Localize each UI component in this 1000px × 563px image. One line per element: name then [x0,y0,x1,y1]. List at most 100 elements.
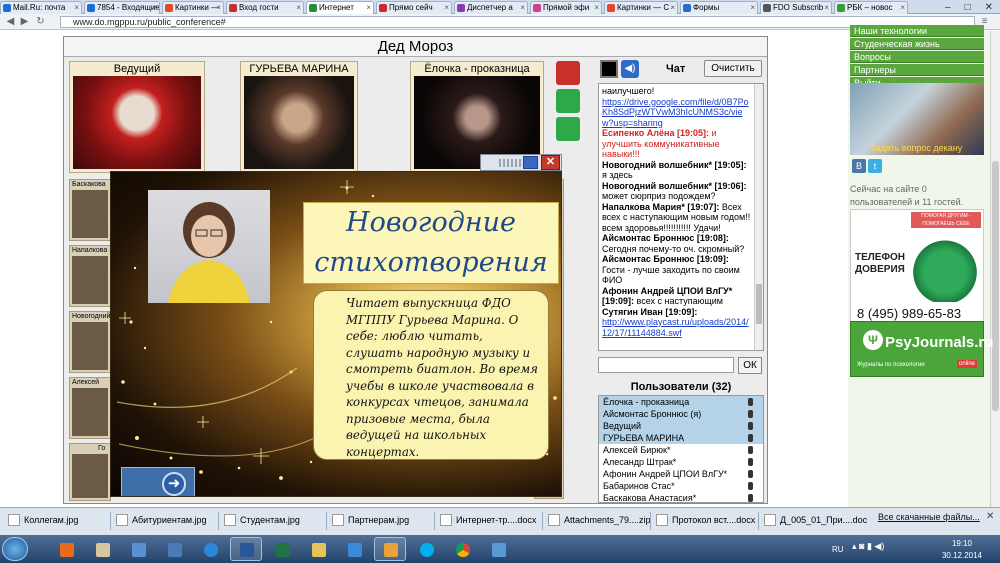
taskbar-windows-icon[interactable] [374,537,406,561]
participant-thumb[interactable]: Алексей [69,377,111,439]
message-link[interactable]: https://drive.google.com/file/d/0B7PoKh8… [602,97,749,128]
participant-thumb[interactable]: Го [69,443,111,501]
taskbar-image-viewer-icon[interactable] [482,537,514,561]
clear-chat-button[interactable]: Очистить [704,60,762,77]
back-icon[interactable]: ◀ [4,15,17,28]
settings-tools-icon[interactable] [556,117,580,141]
site-menu-item[interactable]: Партнеры [850,64,984,76]
user-list-item[interactable]: Бабаринов Стас* [599,480,763,492]
taskbar-excel-icon[interactable] [266,537,298,561]
user-list-item[interactable]: Алесандр Штрак* [599,456,763,468]
mic-mute-icon[interactable] [556,61,580,85]
color-picker[interactable] [600,60,618,78]
taskbar-skype-icon[interactable] [410,537,442,561]
user-list-item[interactable]: Баскакова Анастасия* [599,492,763,502]
browser-tab[interactable]: Формы × [680,1,758,14]
send-button[interactable]: ОК [738,357,762,374]
close-icon[interactable]: ✕ [541,155,560,170]
taskbar-network-icon[interactable] [338,537,370,561]
browser-tab[interactable]: FDO Subscrib × [760,1,832,14]
message-link[interactable]: http://www.playcast.ru/uploads/2014/12/1… [602,317,749,338]
tab-close-icon[interactable]: × [152,2,157,14]
reload-icon[interactable]: ↻ [34,15,47,28]
user-list-item[interactable]: Ведущий [599,420,763,432]
download-item[interactable]: Интернет-тр....docx [440,512,536,528]
tab-close-icon[interactable]: × [750,2,755,14]
browser-tab[interactable]: Прямо сейч × [376,1,452,14]
site-menu-item[interactable]: Студенческая жизнь [850,38,984,50]
taskbar-folder-icon[interactable] [302,537,334,561]
language-indicator[interactable]: RU [832,545,844,554]
trust-line-banner[interactable]: ПОМОГАЯ ДРУГИМ - ПОМОГАЕШЬ СЕБЕ ТЕЛЕФОН … [850,209,984,327]
chat-input[interactable] [598,357,734,373]
download-item[interactable]: Коллегам.jpg [8,512,78,528]
psy-logo-icon: Ψ [863,330,883,350]
close-icon[interactable]: ✕ [985,2,993,13]
system-tray[interactable]: ▴ ◙ ▮ ◀) [852,541,932,557]
speaker-icon[interactable]: ◀) [621,60,639,78]
taskbar-mail-icon[interactable] [122,537,154,561]
tab-close-icon[interactable]: × [900,2,905,14]
participant-thumb[interactable]: Баскакова А [69,179,111,241]
news-caption[interactable]: Задать вопрос декану [870,143,962,153]
tab-close-icon[interactable]: × [594,2,599,14]
browser-tab[interactable]: Диспетчер а × [454,1,528,14]
tab-close-icon[interactable]: × [670,2,675,14]
taskbar-chrome-icon[interactable] [446,537,478,561]
maximize-icon[interactable]: □ [965,2,971,13]
user-list-item[interactable]: Алексей Бирюк* [599,444,763,456]
download-item[interactable]: Attachments_79....zip [548,512,651,528]
clock[interactable]: 19:10 30.12.2014 [930,538,994,562]
browser-tab[interactable]: Интернет × [306,1,374,14]
news-image[interactable]: Задать вопрос декану [850,83,984,155]
browser-tab[interactable]: Вход гости × [226,1,304,14]
site-menu-item[interactable]: Вопросы [850,51,984,63]
tab-close-icon[interactable]: × [366,2,371,14]
taskbar-word-icon[interactable] [230,537,262,561]
tab-close-icon[interactable]: × [444,2,449,14]
forward-icon[interactable]: ▶ [18,15,31,28]
page-scrollbar[interactable] [990,31,1000,507]
browser-tab[interactable]: Картинки — × [162,1,224,14]
chat-scrollbar[interactable] [754,84,763,350]
taskbar-ie-icon[interactable] [194,537,226,561]
user-list-item[interactable]: Ёлочка - проказница [599,396,763,408]
camera-icon[interactable] [556,89,580,113]
minimize-icon[interactable] [523,156,538,169]
download-item[interactable]: Д_005_01_При....doc [764,512,867,528]
user-list-item[interactable]: Айсмонтас Броннюс (я) [599,408,763,420]
next-slide-button[interactable]: ➜ [121,467,195,496]
taskbar-media-icon[interactable] [50,537,82,561]
taskbar-photo-icon[interactable] [86,537,118,561]
browser-tab[interactable]: 7854 - Входящие × [84,1,160,14]
participant-thumb[interactable]: Новогодний в [69,311,111,373]
download-item[interactable]: Партнерам.jpg [332,512,409,528]
start-button[interactable] [2,537,28,561]
all-downloads-link[interactable]: Все скачанные файлы... [878,512,980,522]
download-item[interactable]: Абитуриентам.jpg [116,512,207,528]
browser-tab[interactable]: РБК – новос × [834,1,908,14]
browser-tab[interactable]: Прямой эфи × [530,1,602,14]
browser-tab[interactable]: Mail.Ru: почта × [0,1,82,14]
download-item[interactable]: Студентам.jpg [224,512,300,528]
close-downloads-icon[interactable]: ✕ [986,511,994,522]
tab-close-icon[interactable]: × [74,2,79,14]
minimize-icon[interactable]: – [945,2,951,13]
address-field[interactable]: www.do.mgppu.ru/public_conference# [60,16,975,28]
user-list-item[interactable]: Афонин Андрей ЦПОИ ВлГУ* [599,468,763,480]
tab-close-icon[interactable]: × [296,2,301,14]
tab-close-icon[interactable]: × [520,2,525,14]
cam-host[interactable]: Ведущий [69,61,205,173]
download-item[interactable]: Протокол вст....docx [656,512,755,528]
taskbar-volume-icon[interactable] [158,537,190,561]
tab-close-icon[interactable]: × [824,2,829,14]
tab-close-icon[interactable]: × [216,2,221,14]
site-menu-item[interactable]: Наши технологии [850,25,984,37]
participant-thumb[interactable]: Напалкова [69,245,111,307]
cam-guryeva[interactable]: ГУРЬЕВА МАРИНА [240,61,358,173]
vk-icon[interactable]: В [852,159,866,173]
browser-tab[interactable]: Картинки — С × [604,1,678,14]
user-list-item[interactable]: ГУРЬЕВА МАРИНА [599,432,763,444]
twitter-icon[interactable]: t [868,159,882,173]
psyjournals-banner[interactable]: Ψ PsyJournals.ru Журналы по психологии o… [850,321,993,377]
